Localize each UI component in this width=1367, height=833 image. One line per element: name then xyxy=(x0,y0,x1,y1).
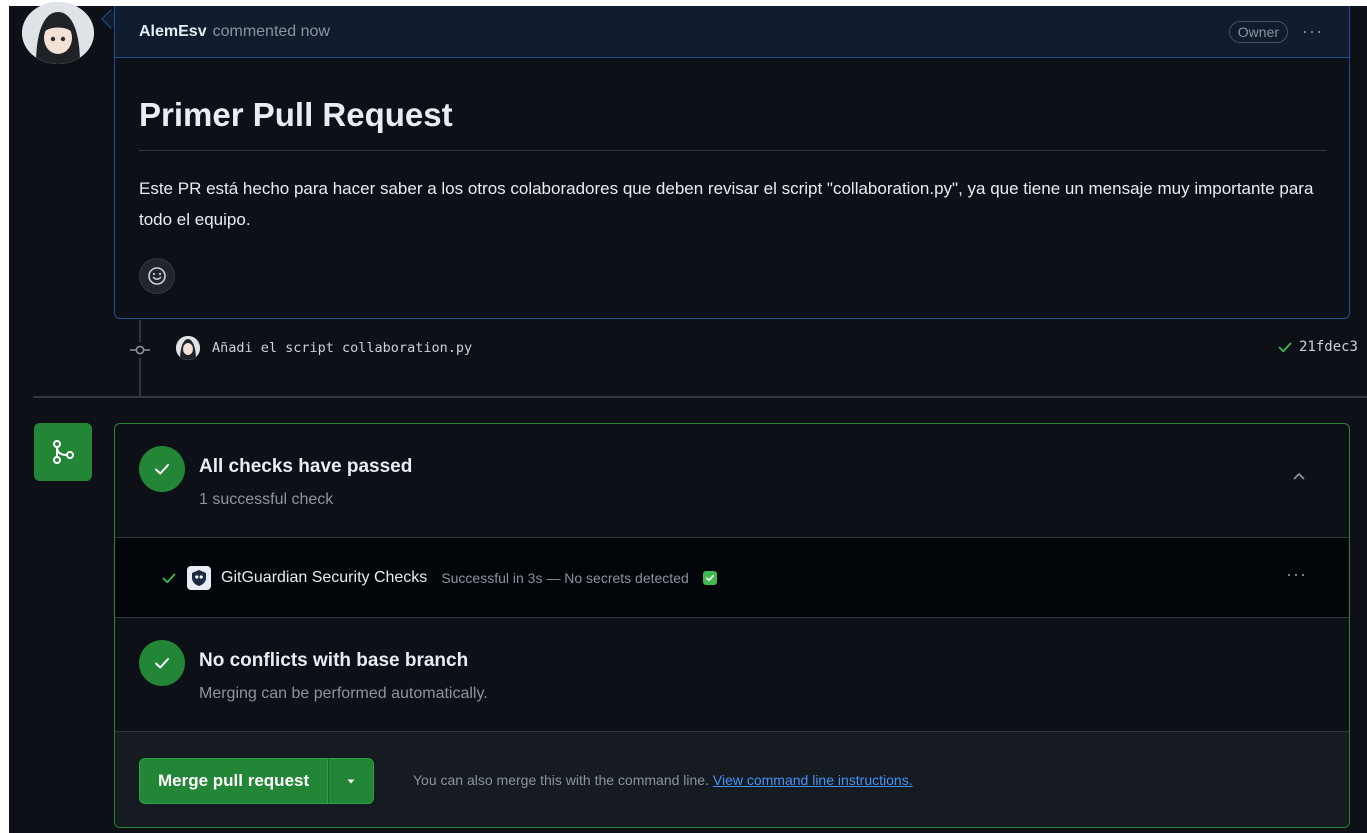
pr-title: Primer Pull Request xyxy=(139,96,1327,151)
check-row-content: GitGuardian Security Checks Successful i… xyxy=(161,538,717,618)
comment-body: Primer Pull Request Este PR está hecho p… xyxy=(115,58,1349,235)
add-reaction-button[interactable] xyxy=(139,258,175,294)
checkbox-checked-icon xyxy=(702,571,717,585)
commit-sha[interactable]: 21fdec3 xyxy=(1277,339,1358,355)
merge-button-group: Merge pull request xyxy=(139,758,375,804)
window-edge-left xyxy=(0,0,9,833)
gitguardian-logo-icon xyxy=(187,566,211,590)
check-row[interactable]: GitGuardian Security Checks Successful i… xyxy=(115,538,1349,618)
comment-options-icon[interactable]: ··· xyxy=(1302,21,1323,42)
git-commit-icon xyxy=(130,342,150,358)
check-status: Successful in 3s — No secrets detected xyxy=(441,570,689,586)
owner-badge: Owner xyxy=(1228,20,1289,43)
chevron-up-icon[interactable] xyxy=(1291,468,1307,489)
commit-message-link[interactable]: Añadi el script collaboration.py xyxy=(212,340,472,356)
merge-status-box: All checks have passed 1 successful chec… xyxy=(114,423,1350,828)
comment-header: AlemEsv commented now Owner ··· xyxy=(115,6,1349,58)
merge-pull-request-button[interactable]: Merge pull request xyxy=(139,758,329,804)
merge-method-dropdown[interactable] xyxy=(328,758,375,804)
merge-hint: You can also merge this with the command… xyxy=(413,772,913,788)
author-avatar[interactable] xyxy=(22,2,94,64)
triangle-down-icon xyxy=(347,779,355,784)
checks-summary[interactable]: All checks have passed 1 successful chec… xyxy=(115,424,1349,538)
checks-passed-icon xyxy=(139,446,185,492)
timeline-line xyxy=(139,320,141,396)
checks-title: All checks have passed xyxy=(199,456,413,477)
comment-author[interactable]: AlemEsv xyxy=(139,23,207,41)
checks-subtitle: 1 successful check xyxy=(199,491,334,508)
timeline-divider xyxy=(33,396,1367,398)
no-conflicts-icon xyxy=(139,640,185,686)
check-icon xyxy=(162,573,176,584)
commit-author-avatar[interactable] xyxy=(176,336,200,360)
command-line-instructions-link[interactable]: View command line instructions. xyxy=(713,772,913,788)
smiley-icon xyxy=(148,267,166,285)
conflicts-subtitle: Merging can be performed automatically. xyxy=(199,685,488,702)
pr-comment: AlemEsv commented now Owner ··· Primer P… xyxy=(114,6,1350,319)
conflicts-status: No conflicts with base branch Merging ca… xyxy=(115,618,1349,732)
merge-actions: Merge pull request You can also merge th… xyxy=(115,732,1349,827)
conflicts-title: No conflicts with base branch xyxy=(199,650,469,671)
commit-sha-text[interactable]: 21fdec3 xyxy=(1299,339,1358,355)
merge-hint-text: You can also merge this with the command… xyxy=(413,772,709,788)
git-merge-icon xyxy=(34,423,92,481)
check-name[interactable]: GitGuardian Security Checks xyxy=(221,569,427,587)
check-icon xyxy=(1278,342,1292,353)
pr-description: Este PR está hecho para hacer saber a lo… xyxy=(139,179,1314,229)
check-options-icon[interactable]: ··· xyxy=(1286,564,1307,585)
comment-timestamp: commented now xyxy=(212,22,330,40)
